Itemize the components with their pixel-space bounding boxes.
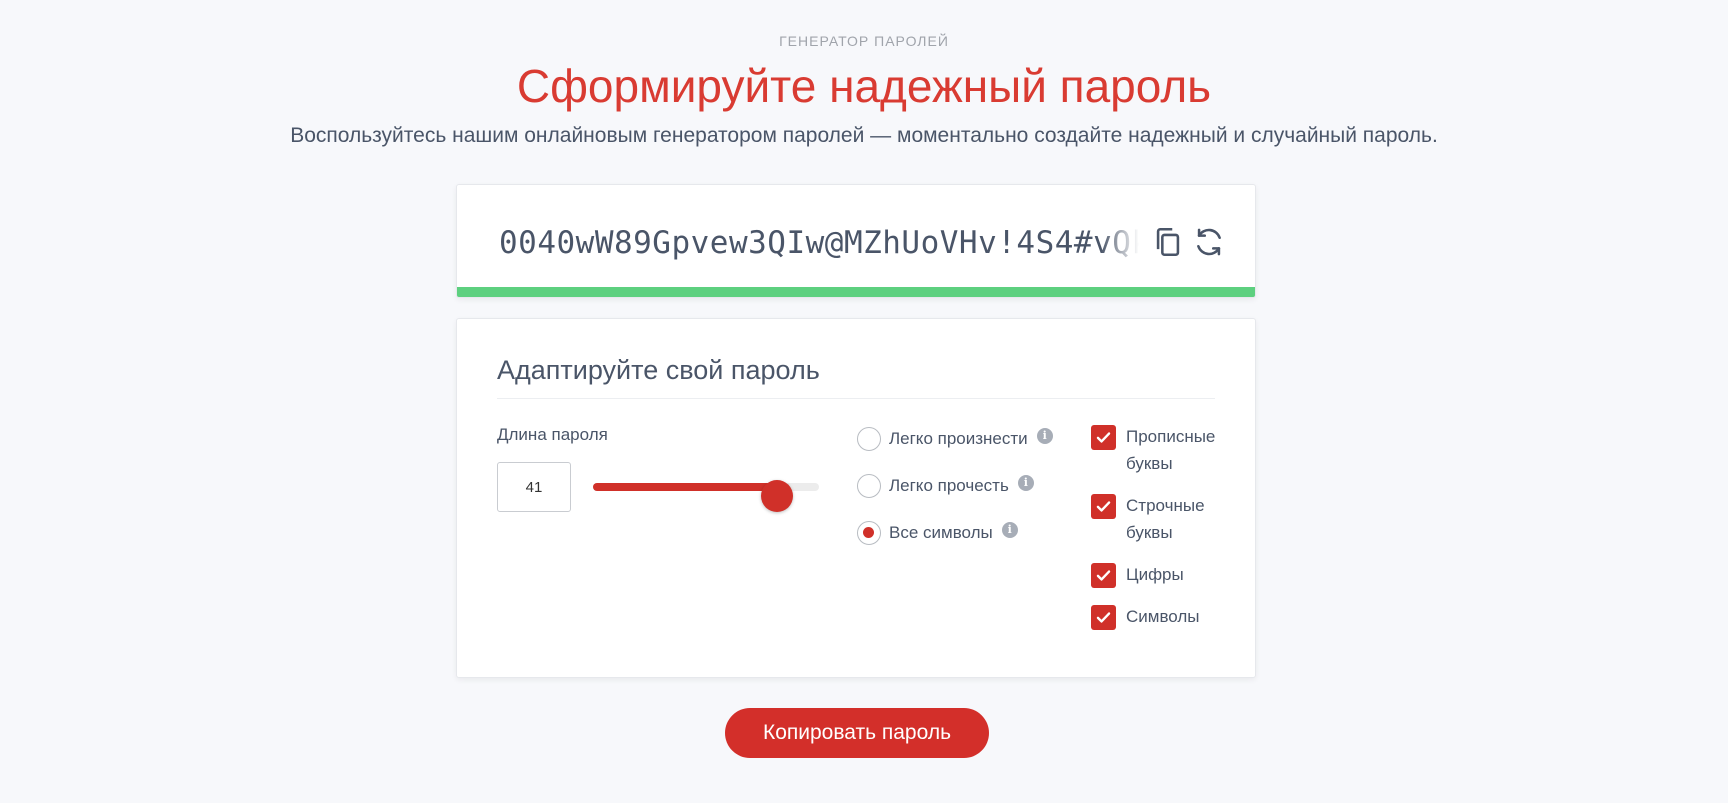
strength-bar [457, 287, 1255, 297]
radio-button[interactable] [857, 427, 881, 451]
checkbox-symbols[interactable]: Символы [1091, 605, 1236, 630]
checkbox[interactable] [1091, 494, 1116, 519]
checkbox[interactable] [1091, 605, 1116, 630]
info-icon[interactable]: i [1001, 522, 1018, 538]
checkmark-icon [1096, 501, 1111, 512]
checkbox-label: Символы [1126, 607, 1200, 626]
info-icon[interactable]: i [1036, 428, 1053, 444]
slider-thumb[interactable] [761, 480, 794, 512]
info-icon[interactable]: i [1017, 475, 1034, 491]
page-subtitle: Воспользуйтесь нашим онлайновым генерато… [290, 124, 1438, 147]
options-card: Адаптируйте свой пароль Длина пароля Лег… [456, 318, 1256, 678]
options-title: Адаптируйте свой пароль [497, 355, 820, 385]
radio-label: Все символы [889, 523, 993, 542]
checkbox-label: Строчные буквы [1126, 496, 1205, 542]
radio-label: Легко прочесть [889, 476, 1009, 495]
radio-pronounceable[interactable]: Легко произнести i [857, 425, 1053, 453]
options-divider [497, 398, 1215, 399]
slider-fill [593, 483, 778, 491]
length-slider[interactable] [593, 474, 819, 512]
password-output[interactable]: 0040wW89Gpvew3QIw@MZhUoVHv!4S4#vQk2Lm8Xz… [499, 225, 1139, 261]
radio-readable[interactable]: Легко прочесть i [857, 472, 1034, 500]
checkmark-icon [1096, 570, 1111, 581]
copy-password-button[interactable]: Копировать пароль [725, 708, 989, 758]
checkmark-icon [1096, 612, 1111, 623]
password-card: 0040wW89Gpvew3QIw@MZhUoVHv!4S4#vQk2Lm8Xz… [456, 184, 1256, 298]
radio-button[interactable] [857, 521, 881, 545]
page-title: Сформируйте надежный пароль [516, 60, 1212, 112]
checkbox[interactable] [1091, 425, 1116, 450]
refresh-icon[interactable] [1192, 225, 1226, 259]
copy-icon[interactable] [1151, 225, 1185, 259]
checkbox-label: Прописные буквы [1126, 427, 1216, 473]
checkbox-lowercase[interactable]: Строчные буквы [1091, 494, 1236, 546]
slider-track [593, 480, 819, 512]
length-input[interactable] [497, 462, 571, 512]
checkbox[interactable] [1091, 563, 1116, 588]
checkbox-label: Цифры [1126, 565, 1184, 584]
radio-button[interactable] [857, 474, 881, 498]
checkbox-digits[interactable]: Цифры [1091, 563, 1236, 588]
eyebrow-label: ГЕНЕРАТОР ПАРОЛЕЙ [779, 33, 949, 49]
checkbox-uppercase[interactable]: Прописные буквы [1091, 425, 1236, 477]
radio-all-characters[interactable]: Все символы i [857, 519, 1018, 547]
checkmark-icon [1096, 432, 1111, 443]
radio-label: Легко произнести [889, 429, 1028, 448]
length-label: Длина пароля [497, 425, 608, 444]
